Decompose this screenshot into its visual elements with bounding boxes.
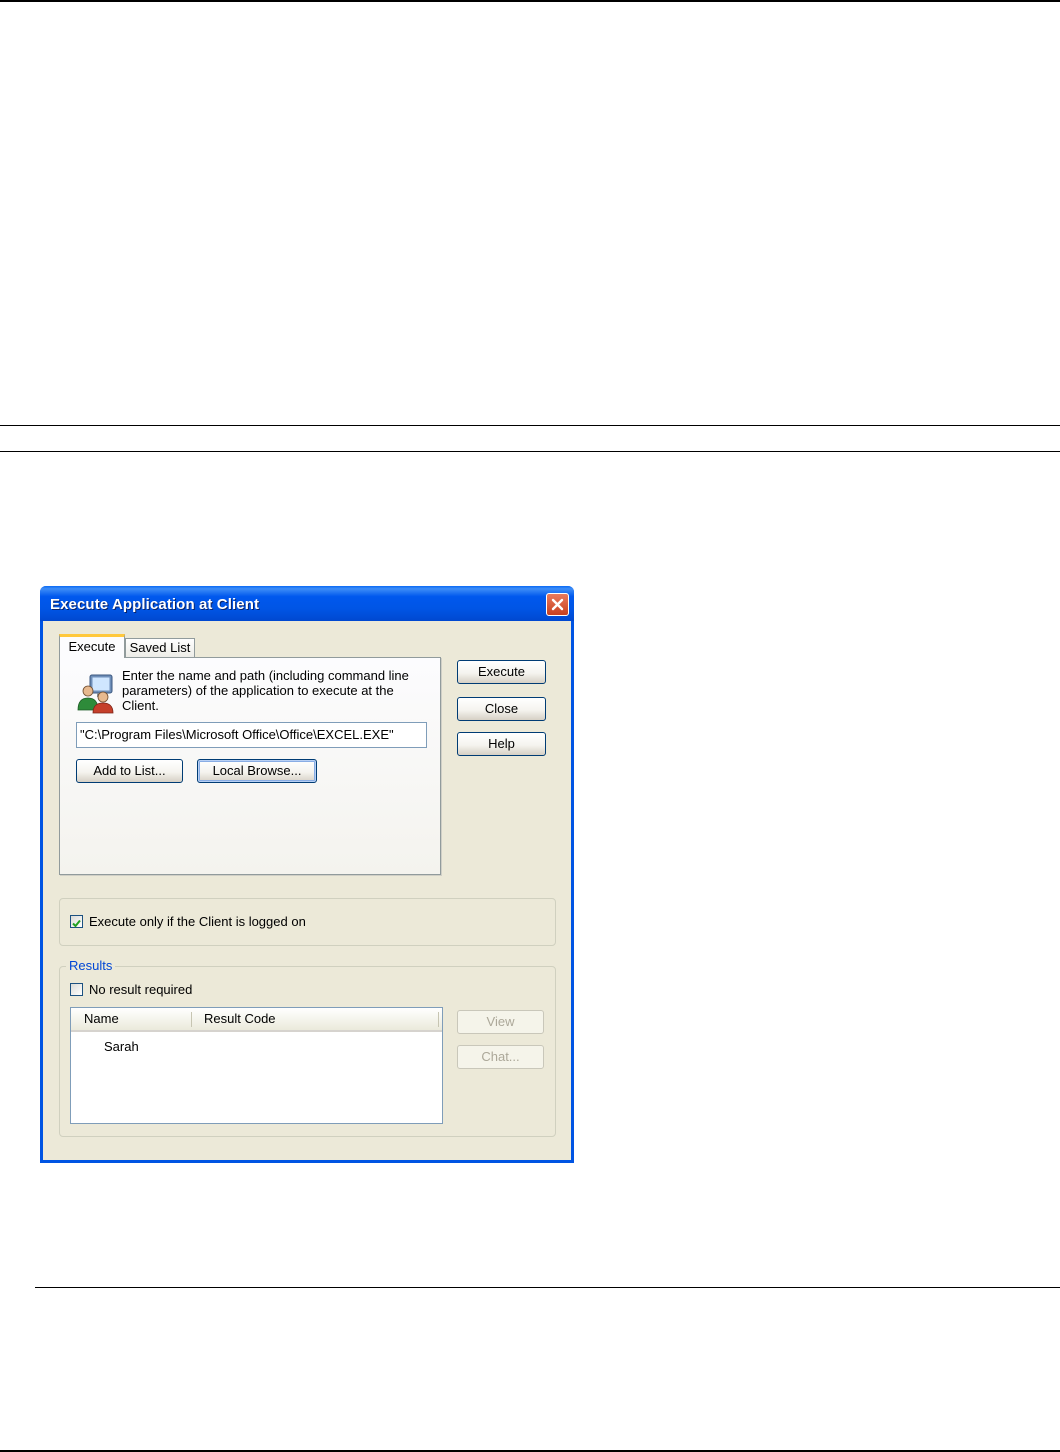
list-item[interactable]: Sarah (104, 1039, 139, 1054)
logon-option-group: Execute only if the Client is logged on (59, 898, 556, 946)
section-rule-top (0, 425, 1060, 426)
footer-rule (35, 1287, 1060, 1288)
column-header-result-code[interactable]: Result Code (204, 1008, 276, 1030)
results-group-label: Results (66, 958, 116, 973)
help-button[interactable]: Help (457, 732, 546, 756)
tab-execute[interactable]: Execute (59, 634, 125, 658)
column-separator[interactable] (191, 1012, 192, 1027)
add-to-list-button[interactable]: Add to List... (76, 759, 183, 783)
instruction-text: Enter the name and path (including comma… (122, 668, 409, 713)
dialog-titlebar[interactable]: Execute Application at Client (40, 586, 574, 621)
execute-application-dialog: Execute Application at Client Execute Sa… (40, 586, 574, 1163)
results-list-header: Name Result Code (71, 1008, 442, 1032)
close-x-icon (551, 598, 564, 611)
close-button[interactable]: Close (457, 697, 546, 721)
dialog-close-button[interactable] (546, 593, 569, 616)
no-result-label[interactable]: No result required (89, 982, 192, 997)
column-header-name[interactable]: Name (84, 1008, 119, 1030)
checkmark-icon (72, 919, 81, 928)
execute-tab-panel: Enter the name and path (including comma… (59, 657, 441, 875)
results-list[interactable]: Name Result Code Sarah (70, 1007, 443, 1124)
local-browse-button[interactable]: Local Browse... (197, 759, 317, 783)
execute-button[interactable]: Execute (457, 660, 546, 684)
tab-saved-list[interactable]: Saved List (125, 638, 195, 658)
application-path-input[interactable]: "C:\Program Files\Microsoft Office\Offic… (76, 722, 427, 748)
logged-on-label[interactable]: Execute only if the Client is logged on (89, 914, 306, 929)
users-computer-icon (77, 674, 114, 714)
view-button[interactable]: View (457, 1010, 544, 1034)
page-top-rule (0, 0, 1060, 2)
section-rule-bottom (0, 451, 1060, 452)
chat-button[interactable]: Chat... (457, 1045, 544, 1069)
column-separator[interactable] (438, 1012, 439, 1027)
logged-on-checkbox[interactable] (70, 915, 83, 928)
no-result-checkbox[interactable] (70, 983, 83, 996)
dialog-title: Execute Application at Client (50, 596, 260, 613)
